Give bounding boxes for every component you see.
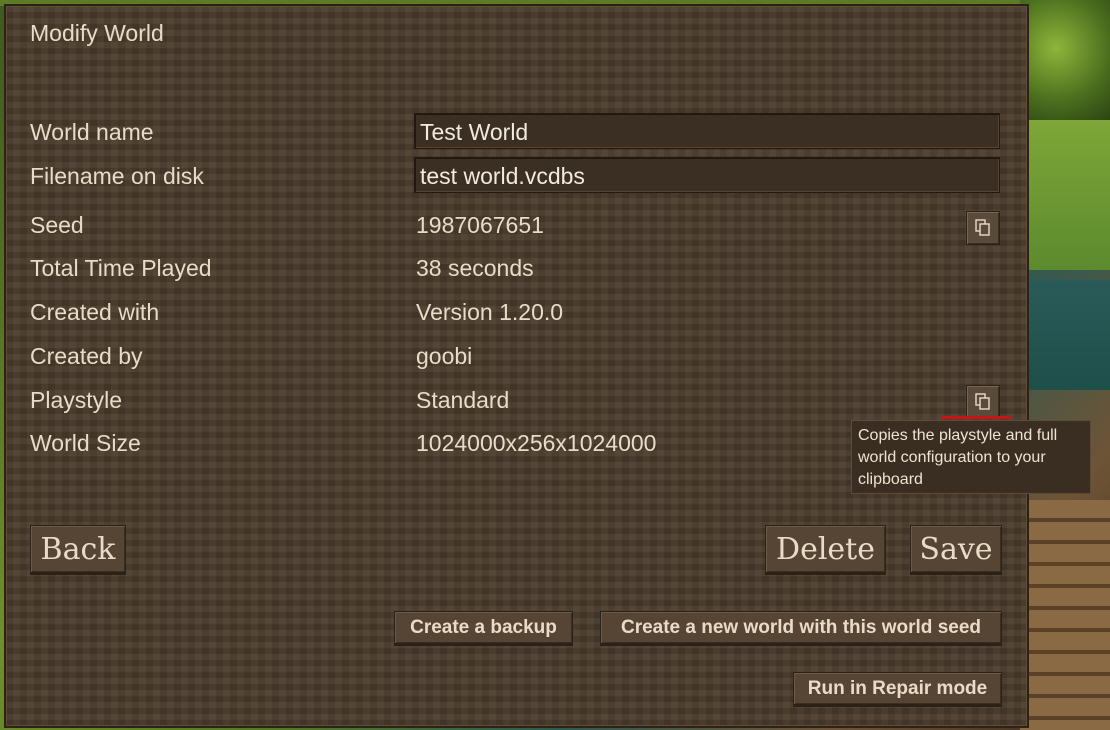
back-button[interactable]: Back — [30, 525, 126, 573]
save-button[interactable]: Save — [910, 525, 1002, 573]
playstyle-label: Playstyle — [30, 387, 123, 413]
modify-world-dialog: Modify World World name Test World Filen… — [4, 4, 1029, 728]
background-grass — [1020, 120, 1110, 270]
time-played-value: 38 seconds — [416, 255, 534, 281]
dialog-title: Modify World — [30, 20, 164, 46]
filename-label: Filename on disk — [30, 163, 204, 189]
copy-playstyle-button[interactable] — [966, 385, 1000, 419]
create-new-world-seed-button[interactable]: Create a new world with this world seed — [600, 611, 1002, 644]
created-with-label: Created with — [30, 299, 160, 325]
background-chest — [1020, 500, 1110, 730]
copy-seed-button[interactable] — [966, 211, 1000, 245]
filename-input[interactable]: test world.vcdbs — [414, 157, 1000, 193]
time-played-label: Total Time Played — [30, 255, 212, 281]
background-tree — [1020, 0, 1110, 120]
copy-playstyle-tooltip: Copies the playstyle and full world conf… — [851, 420, 1091, 494]
delete-button[interactable]: Delete — [765, 525, 886, 573]
playstyle-value: Standard — [416, 387, 510, 413]
world-name-label: World name — [30, 119, 154, 145]
world-name-input[interactable]: Test World — [414, 113, 1000, 149]
seed-value: 1987067651 — [416, 212, 544, 238]
create-backup-button[interactable]: Create a backup — [394, 611, 573, 644]
world-size-label: World Size — [30, 430, 141, 456]
copy-icon — [975, 219, 990, 236]
background-water — [1020, 280, 1110, 390]
annotation-underline — [941, 416, 1011, 419]
repair-mode-button[interactable]: Run in Repair mode — [793, 672, 1002, 705]
seed-label: Seed — [30, 212, 84, 238]
world-size-value: 1024000x256x1024000 — [416, 430, 657, 456]
created-by-value: goobi — [416, 343, 473, 369]
created-with-value: Version 1.20.0 — [416, 299, 564, 325]
created-by-label: Created by — [30, 343, 143, 369]
copy-icon — [975, 393, 990, 410]
